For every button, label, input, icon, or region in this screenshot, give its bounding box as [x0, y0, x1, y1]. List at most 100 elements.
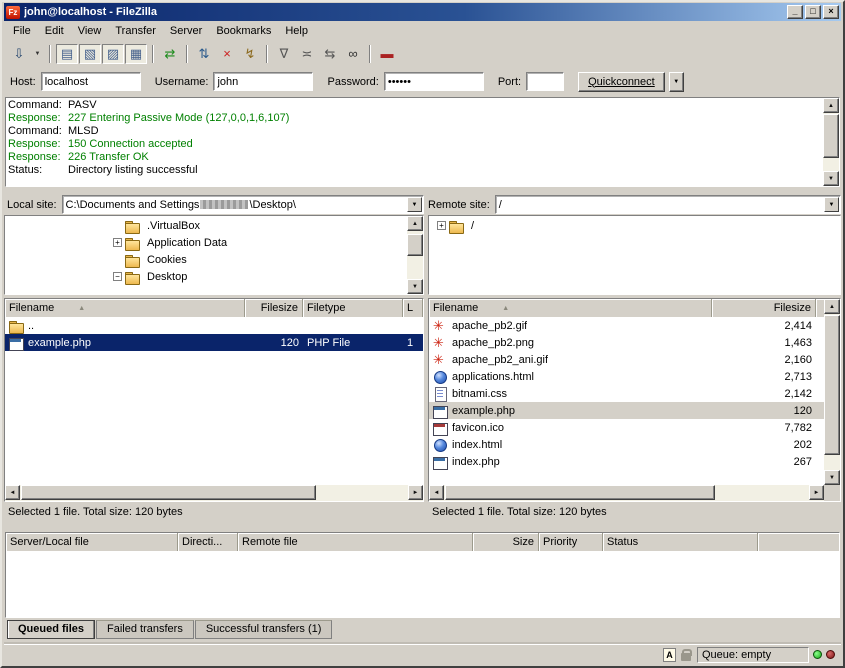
combo-dropdown-icon[interactable]: ▼ [824, 197, 839, 212]
scroll-down-icon[interactable]: ▼ [407, 279, 423, 294]
menu-server[interactable]: Server [163, 23, 209, 39]
expand-icon[interactable]: + [437, 221, 446, 230]
column-header-size[interactable]: Size [473, 533, 539, 551]
column-header-directi[interactable]: Directi... [178, 533, 238, 551]
toggle-queue-icon[interactable]: ▦ [125, 44, 147, 64]
file-row-applications-html[interactable]: applications.html2,713 [429, 368, 824, 385]
column-header-filesize[interactable]: Filesize [712, 299, 816, 317]
site-manager-dropdown-icon[interactable]: ▼ [31, 44, 44, 64]
process-queue-icon[interactable]: ⇅ [193, 44, 215, 64]
remote-file-list: Filename▲Filesize apache_pb2.gif2,414apa… [428, 298, 841, 502]
menu-transfer[interactable]: Transfer [108, 23, 163, 39]
column-header-filetype[interactable]: Filetype [303, 299, 403, 317]
close-button[interactable]: × [823, 5, 839, 19]
file-row-bitnami-css[interactable]: bitnami.css2,142 [429, 385, 824, 402]
maximize-button[interactable]: □ [805, 5, 821, 19]
log-line-text: Directory listing successful [68, 164, 198, 176]
local-path-suffix: \Desktop\ [249, 199, 295, 211]
directory-filter-icon[interactable]: ∇ [273, 44, 295, 64]
disconnect-icon[interactable]: ↯ [239, 44, 261, 64]
column-header-server-local-file[interactable]: Server/Local file [6, 533, 178, 551]
file-row-apache-pb2-ani-gif[interactable]: apache_pb2_ani.gif2,160 [429, 351, 824, 368]
filesize: 1,463 [712, 334, 816, 351]
remote-vscrollbar[interactable]: ▲ ▼ [824, 299, 840, 485]
file-row-index-php[interactable]: index.php267 [429, 453, 824, 470]
scroll-thumb[interactable] [824, 315, 840, 455]
collapse-icon[interactable]: − [113, 272, 122, 281]
column-header-status[interactable]: Status [603, 533, 758, 551]
scroll-left-icon[interactable]: ◄ [5, 485, 20, 500]
scroll-thumb[interactable] [21, 485, 316, 500]
title-bar: Fz john@localhost - FileZilla _ □ × [4, 3, 841, 21]
toggle-message-log-icon[interactable]: ▤ [56, 44, 78, 64]
menu-view[interactable]: View [71, 23, 109, 39]
scroll-thumb[interactable] [407, 234, 423, 256]
scroll-right-icon[interactable]: ► [809, 485, 824, 500]
synchronized-browsing-icon[interactable]: ⇆ [319, 44, 341, 64]
tab-successful-transfers-1[interactable]: Successful transfers (1) [195, 620, 333, 639]
file-row-example-php[interactable]: example.php120 [429, 402, 824, 419]
menu-bookmarks[interactable]: Bookmarks [209, 23, 278, 39]
tree-item-[interactable]: +/ [429, 217, 840, 234]
quickconnect-button[interactable]: Quickconnect [578, 72, 665, 92]
speed-limits-icon[interactable]: ▬ [376, 44, 398, 64]
port-input[interactable] [526, 72, 564, 91]
remote-hscrollbar[interactable]: ◄ ► [429, 485, 824, 501]
toggle-local-tree-icon[interactable]: ▧ [79, 44, 101, 64]
cancel-operation-icon[interactable]: × [216, 44, 238, 64]
scroll-up-icon[interactable]: ▲ [823, 98, 839, 113]
file-row-example-php[interactable]: example.php120PHP File1 [5, 334, 423, 351]
tree-item-desktop[interactable]: −Desktop [5, 268, 406, 285]
file-row-apache-pb2-gif[interactable]: apache_pb2.gif2,414 [429, 317, 824, 334]
scroll-down-icon[interactable]: ▼ [823, 171, 839, 186]
menu-edit[interactable]: Edit [38, 23, 71, 39]
expand-icon[interactable]: + [113, 238, 122, 247]
column-header-remote-file[interactable]: Remote file [238, 533, 473, 551]
tree-item-application-data[interactable]: +Application Data [5, 234, 406, 251]
site-manager-icon[interactable]: ⇩ [8, 44, 30, 64]
scroll-up-icon[interactable]: ▲ [407, 216, 423, 231]
username-input[interactable] [213, 72, 313, 91]
log-scrollbar[interactable]: ▲ ▼ [823, 98, 839, 186]
column-header-filesize[interactable]: Filesize [245, 299, 303, 317]
activity-led-green [813, 650, 822, 659]
directory-comparison-icon[interactable]: ≍ [296, 44, 318, 64]
combo-dropdown-icon[interactable]: ▼ [407, 197, 422, 212]
find-files-icon[interactable]: ∞ [342, 44, 364, 64]
local-tree-scrollbar[interactable]: ▲ ▼ [407, 216, 423, 294]
column-header-priority[interactable]: Priority [539, 533, 603, 551]
tab-queued-files[interactable]: Queued files [7, 620, 95, 639]
port-label: Port: [498, 76, 521, 88]
tree-item-cookies[interactable]: Cookies [5, 251, 406, 268]
local-path-prefix: C:\Documents and Settings [66, 199, 200, 211]
menu-file[interactable]: File [6, 23, 38, 39]
tree-item-virtualbox[interactable]: .VirtualBox [5, 217, 406, 234]
scroll-right-icon[interactable]: ► [408, 485, 423, 500]
column-header-filename[interactable]: Filename▲ [5, 299, 245, 317]
activity-led-red [826, 650, 835, 659]
remote-site-combo[interactable]: / ▼ [495, 195, 841, 214]
local-site-combo[interactable]: C:\Documents and Settings \Desktop\ ▼ [62, 195, 424, 214]
host-input[interactable] [41, 72, 141, 91]
scroll-thumb[interactable] [823, 114, 839, 158]
file-row-index-html[interactable]: index.html202 [429, 436, 824, 453]
file-row-apache-pb2-png[interactable]: apache_pb2.png1,463 [429, 334, 824, 351]
menu-help[interactable]: Help [278, 23, 315, 39]
tab-failed-transfers[interactable]: Failed transfers [96, 620, 194, 639]
refresh-icon[interactable]: ⇄ [159, 44, 181, 64]
column-header-filename[interactable]: Filename▲ [429, 299, 712, 317]
username-label: Username: [155, 76, 209, 88]
quickconnect-dropdown-icon[interactable]: ▼ [669, 72, 684, 92]
minimize-button[interactable]: _ [787, 5, 803, 19]
file-row-[interactable]: .. [5, 317, 423, 334]
local-hscrollbar[interactable]: ◄ ► [5, 485, 423, 501]
scroll-up-icon[interactable]: ▲ [824, 299, 840, 314]
file-row-favicon-ico[interactable]: favicon.ico7,782 [429, 419, 824, 436]
scroll-left-icon[interactable]: ◄ [429, 485, 444, 500]
toggle-remote-tree-icon[interactable]: ▨ [102, 44, 124, 64]
scroll-thumb[interactable] [445, 485, 715, 500]
column-header-l[interactable]: L [403, 299, 423, 317]
password-input[interactable] [384, 72, 484, 91]
scroll-down-icon[interactable]: ▼ [824, 470, 840, 485]
filesize: 2,414 [712, 317, 816, 334]
